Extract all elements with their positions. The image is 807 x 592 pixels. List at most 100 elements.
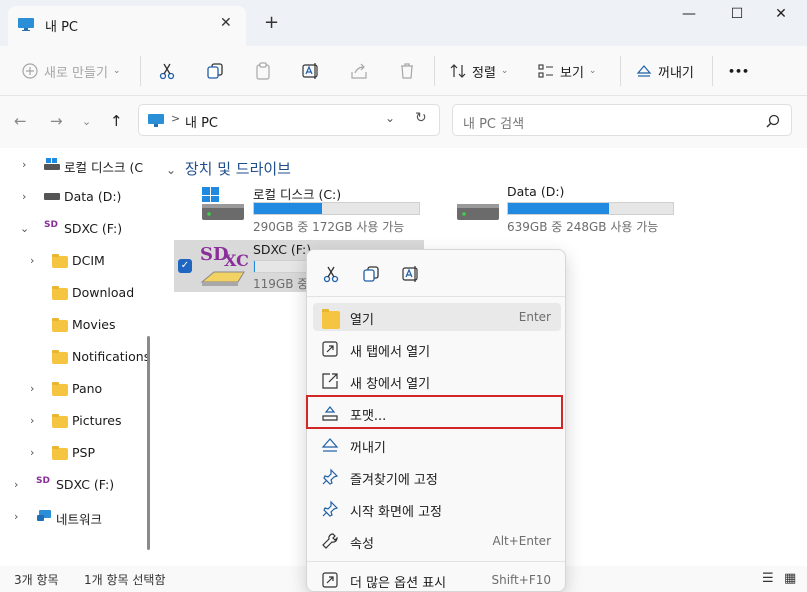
chevron-right-icon[interactable]: › bbox=[30, 446, 40, 459]
sidebar-item-pictures[interactable]: › Pictures bbox=[0, 406, 145, 436]
drive-usage-fill bbox=[508, 203, 609, 214]
refresh-icon[interactable]: ↻ bbox=[415, 110, 427, 126]
chevron-down-icon: ⌄ bbox=[166, 163, 177, 177]
sidebar-item-dcim[interactable]: › DCIM bbox=[0, 246, 145, 276]
copy-button[interactable] bbox=[359, 262, 383, 286]
sidebar-item-psp[interactable]: › PSP bbox=[0, 438, 145, 468]
scissors-icon bbox=[159, 63, 175, 80]
chevron-down-icon[interactable]: ⌄ bbox=[385, 111, 395, 125]
eject-icon bbox=[321, 438, 339, 452]
minimize-button[interactable]: — bbox=[674, 6, 704, 26]
drive-name: 로컬 디스크 (C:) bbox=[253, 187, 342, 202]
drive-tile-c[interactable]: 로컬 디스크 (C:) 290GB 중 172GB 사용 가능 bbox=[200, 186, 430, 236]
more-options-button[interactable]: ••• bbox=[728, 58, 749, 84]
copy-button[interactable] bbox=[206, 58, 224, 84]
sidebar-item-sdxc-root[interactable]: › SD SDXC (F:) bbox=[0, 470, 145, 500]
chevron-right-icon[interactable]: › bbox=[14, 478, 24, 491]
sidebar-item-network[interactable]: › 네트워크 bbox=[0, 502, 145, 532]
group-header[interactable]: ⌄ 장치 및 드라이브 bbox=[166, 158, 291, 179]
new-button[interactable]: 새로 만들기 ⌄ bbox=[22, 58, 120, 84]
copy-icon bbox=[207, 63, 223, 79]
folder-icon bbox=[52, 382, 68, 396]
drive-name: Data (D:) bbox=[507, 184, 565, 199]
divider bbox=[140, 56, 141, 86]
item-count: 3개 항목 bbox=[14, 573, 59, 587]
menu-divider bbox=[307, 296, 565, 297]
paste-button[interactable] bbox=[254, 58, 272, 84]
rename-button[interactable] bbox=[302, 58, 320, 84]
chevron-right-icon[interactable]: › bbox=[14, 510, 24, 523]
tiles-view-icon[interactable]: ▦ bbox=[784, 571, 796, 586]
cut-button[interactable] bbox=[319, 262, 343, 286]
folder-icon bbox=[52, 318, 68, 332]
chevron-down-icon: ⌄ bbox=[500, 66, 509, 76]
sidebar-item-movies[interactable]: Movies bbox=[0, 310, 145, 340]
sort-button[interactable]: 정렬 ⌄ bbox=[450, 58, 508, 84]
close-tab-icon[interactable]: ✕ bbox=[220, 15, 232, 31]
sidebar-item-download[interactable]: Download bbox=[0, 278, 145, 308]
menu-item-label: 속성 bbox=[350, 537, 374, 552]
breadcrumb-separator: > bbox=[171, 112, 181, 125]
sidebar-item-notifications[interactable]: Notifications bbox=[0, 342, 150, 372]
chevron-right-icon[interactable]: › bbox=[30, 382, 40, 395]
scissors-icon bbox=[323, 266, 339, 283]
menu-item-properties[interactable]: 속성 Alt+Enter bbox=[313, 527, 561, 555]
sidebar-item-pano[interactable]: › Pano bbox=[0, 374, 145, 404]
menu-item-open[interactable]: 열기 Enter bbox=[313, 303, 561, 331]
search-box[interactable]: 내 PC 검색 bbox=[452, 104, 792, 136]
sort-label: 정렬 bbox=[472, 65, 496, 81]
up-arrow-icon[interactable]: ↑ bbox=[110, 112, 123, 130]
menu-item-eject[interactable]: 꺼내기 bbox=[313, 431, 561, 459]
sidebar-item-local-disk[interactable]: › 로컬 디스크 (C bbox=[0, 150, 145, 180]
tab-this-pc[interactable]: 내 PC ✕ bbox=[8, 6, 246, 46]
menu-item-shortcut: Alt+Enter bbox=[492, 534, 551, 548]
windows-drive-icon bbox=[44, 158, 60, 170]
drive-tile-d[interactable]: Data (D:) 639GB 중 248GB 사용 가능 bbox=[455, 184, 685, 236]
folder-icon bbox=[322, 309, 340, 329]
chevron-right-icon[interactable]: › bbox=[30, 254, 40, 267]
menu-item-pin-start[interactable]: 시작 화면에 고정 bbox=[313, 495, 561, 523]
forward-arrow-icon[interactable]: → bbox=[50, 112, 63, 130]
menu-item-open-new-window[interactable]: 새 창에서 열기 bbox=[313, 367, 561, 395]
cut-button[interactable] bbox=[158, 58, 176, 84]
windows-drive-icon bbox=[202, 187, 244, 220]
sidebar-scrollbar[interactable] bbox=[147, 336, 150, 550]
menu-item-open-new-tab[interactable]: 새 탭에서 열기 bbox=[313, 335, 561, 363]
view-icon bbox=[538, 64, 553, 78]
menu-item-label: 새 창에서 열기 bbox=[350, 377, 431, 392]
folder-icon bbox=[52, 350, 68, 364]
search-icon[interactable] bbox=[766, 114, 780, 128]
address-bar[interactable]: > 내 PC ⌄ ↻ bbox=[138, 104, 440, 136]
view-button[interactable]: 보기 ⌄ bbox=[538, 58, 596, 84]
rename-button[interactable] bbox=[399, 262, 423, 286]
close-window-button[interactable]: ✕ bbox=[766, 6, 796, 26]
chevron-down-icon[interactable]: ⌄ bbox=[20, 222, 30, 235]
eject-button[interactable]: 꺼내기 bbox=[636, 58, 694, 84]
recent-chevron-icon[interactable]: ⌄ bbox=[82, 115, 91, 128]
back-arrow-icon[interactable]: ← bbox=[14, 112, 27, 130]
chevron-right-icon[interactable]: › bbox=[30, 414, 40, 427]
checkbox-checked[interactable]: ✓ bbox=[178, 259, 192, 273]
menu-item-shortcut: Shift+F10 bbox=[491, 573, 551, 587]
chevron-right-icon[interactable]: › bbox=[22, 190, 32, 203]
sidebar-item-sdxc[interactable]: ⌄ SD SDXC (F:) bbox=[0, 214, 145, 244]
plus-circle-icon bbox=[22, 63, 38, 79]
breadcrumb[interactable]: 내 PC bbox=[185, 112, 218, 131]
chevron-right-icon[interactable]: › bbox=[22, 158, 32, 171]
maximize-button[interactable]: ☐ bbox=[722, 6, 752, 26]
sidebar-item-data-d[interactable]: › Data (D:) bbox=[0, 182, 145, 212]
drive-name: SDXC (F:) bbox=[253, 242, 312, 257]
sort-icon bbox=[450, 64, 466, 78]
drive-icon bbox=[457, 204, 499, 220]
menu-item-pin-quick-access[interactable]: 즐겨찾기에 고정 bbox=[313, 463, 561, 491]
details-view-icon[interactable]: ☰ bbox=[762, 571, 774, 586]
more-options-icon bbox=[322, 572, 338, 588]
open-in-new-window-icon bbox=[322, 373, 338, 389]
new-tab-button[interactable]: + bbox=[264, 13, 279, 33]
sidebar-item-label: DCIM bbox=[72, 253, 105, 268]
menu-item-more-options[interactable]: 더 많은 옵션 표시 Shift+F10 bbox=[313, 566, 561, 592]
search-input[interactable]: 내 PC 검색 bbox=[463, 113, 524, 132]
delete-button[interactable] bbox=[398, 58, 416, 84]
drive-usage-bar bbox=[507, 202, 674, 215]
share-button[interactable] bbox=[350, 58, 368, 84]
